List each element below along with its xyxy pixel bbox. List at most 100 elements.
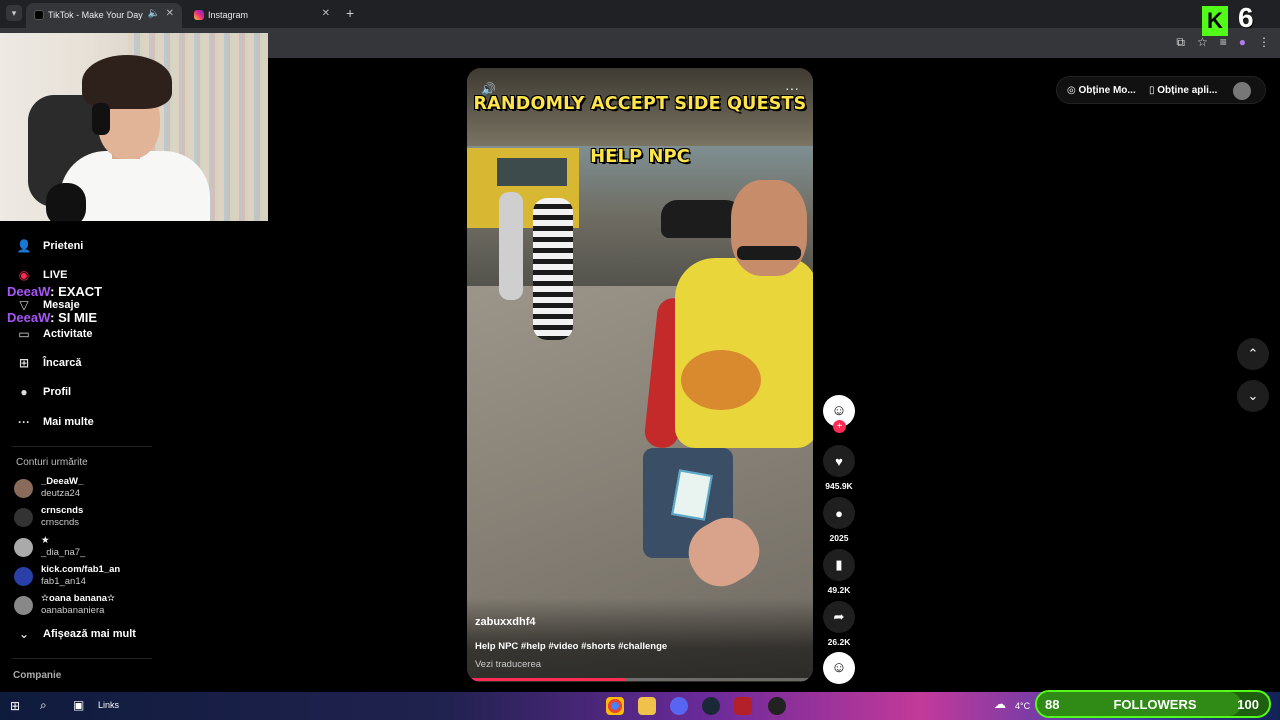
- bookmark-star-icon[interactable]: ☆: [1197, 35, 1208, 50]
- new-tab-button[interactable]: +: [346, 5, 354, 21]
- get-coins-button[interactable]: ◎ Obține Mo...: [1067, 85, 1136, 96]
- sidebar-divider: [12, 446, 152, 447]
- account-display-name: _DeeaW_: [41, 476, 84, 487]
- webcam-streamer-hair: [82, 55, 172, 109]
- video-overlay-subtitle: HELP NPC: [590, 146, 690, 167]
- previous-video-button[interactable]: ⌃: [1237, 338, 1269, 370]
- sidebar-item-label: Mai multe: [43, 416, 94, 428]
- chat-username: DeeaW: [7, 284, 51, 299]
- comment-icon: ●: [835, 505, 843, 521]
- account-display-name: ★: [41, 535, 50, 546]
- video-progress-bar[interactable]: [467, 678, 813, 681]
- search-icon[interactable]: ⌕: [40, 698, 47, 713]
- chrome-icon[interactable]: [606, 697, 624, 715]
- sidebar-item-label: Prieteni: [43, 240, 84, 252]
- profile-avatar-icon: ●: [20, 385, 28, 399]
- video-player[interactable]: RANDOMLY ACCEPT SIDE QUESTS HELP NPC 🔊 ·…: [467, 68, 813, 682]
- tab-title: TikTok - Make Your Day: [48, 10, 143, 20]
- bookmark-icon: ▮: [835, 557, 843, 572]
- account-handle: crnscnds: [41, 517, 80, 528]
- media-app-icon[interactable]: [734, 697, 752, 715]
- tab-instagram[interactable]: Instagram ✕: [186, 3, 338, 28]
- kick-counter: 6: [1238, 2, 1254, 33]
- tab-tiktok[interactable]: TikTok - Make Your Day 🔈 ✕: [26, 3, 182, 28]
- chat-message: DeeaW: SI MIE: [7, 310, 97, 325]
- tiktok-header-actions: ◎ Obține Mo... ▯ Obține apli...: [1056, 76, 1266, 104]
- speaker-icon[interactable]: 🔈: [148, 8, 160, 19]
- company-link[interactable]: Companie: [13, 670, 61, 681]
- toolbar-icons: ⧉ ☆ ≡ ● ⋮: [1176, 35, 1270, 50]
- save-count: 49.2K: [827, 585, 851, 595]
- windows-start-icon[interactable]: ⊞: [10, 699, 20, 713]
- chevron-down-icon: ⌄: [18, 627, 30, 641]
- account-display-name: ✫oana banana✫: [41, 593, 115, 604]
- following-heading: Conturi urmărite: [16, 457, 88, 468]
- account-display-name: crnscnds: [41, 505, 84, 516]
- close-tab-icon[interactable]: ✕: [322, 8, 330, 19]
- headphones-icon: [92, 103, 110, 135]
- activity-icon: ▭: [18, 327, 30, 341]
- steam-icon[interactable]: [702, 697, 720, 715]
- tab-search-button[interactable]: ▾: [6, 5, 22, 21]
- upload-icon: ⊞: [18, 356, 30, 370]
- followers-goal: 100: [1237, 697, 1259, 712]
- comment-count: 2025: [829, 533, 849, 543]
- live-icon: ◉: [18, 268, 30, 282]
- sidebar-item-friends[interactable]: 👤 Prieteni: [16, 236, 84, 256]
- like-count: 945.9K: [825, 481, 853, 491]
- chat-text: : EXACT: [50, 284, 103, 299]
- music-disc-icon[interactable]: ☺: [823, 652, 855, 684]
- kick-logo: K: [1202, 6, 1228, 36]
- obs-icon[interactable]: [768, 697, 786, 715]
- sidebar-item-label: Profil: [43, 386, 72, 398]
- sidebar-item-upload[interactable]: ⊞ Încarcă: [16, 353, 82, 373]
- browser-menu-icon[interactable]: ⋮: [1258, 35, 1270, 50]
- close-tab-icon[interactable]: ✕: [166, 8, 174, 19]
- task-view-icon[interactable]: ▣: [73, 698, 84, 712]
- show-more-label: Afișează mai mult: [43, 628, 136, 640]
- sidebar-item-label: Încarcă: [43, 357, 82, 369]
- get-app-label: Obține apli...: [1157, 85, 1218, 96]
- sidebar-item-more[interactable]: ··· Mai multe: [16, 412, 94, 432]
- show-more-following-button[interactable]: ⌄ Afișează mai mult: [16, 624, 136, 644]
- video-author[interactable]: zabuxxdhf4: [475, 616, 536, 628]
- tiktok-favicon-icon: [34, 10, 44, 20]
- user-avatar[interactable]: [1233, 82, 1251, 100]
- follow-plus-icon[interactable]: +: [833, 420, 846, 433]
- video-scene-mascot: [681, 350, 761, 410]
- like-button[interactable]: ♥: [823, 445, 855, 477]
- avatar: [14, 596, 33, 615]
- cast-icon[interactable]: ⧉: [1176, 35, 1185, 50]
- account-handle: oanabananiera: [41, 605, 105, 616]
- discord-icon[interactable]: [670, 697, 688, 715]
- webcam-overlay: [0, 33, 268, 221]
- links-toolbar[interactable]: Links: [98, 700, 119, 710]
- sidebar-item-profile[interactable]: ● Profil: [16, 382, 71, 402]
- tab-title: Instagram: [208, 10, 249, 20]
- account-handle: _dia_na7_: [41, 547, 86, 558]
- share-button[interactable]: ➦: [823, 601, 855, 633]
- media-control-icon[interactable]: ≡: [1220, 35, 1227, 50]
- file-explorer-icon[interactable]: [638, 697, 656, 715]
- share-arrow-icon: ➦: [833, 609, 845, 624]
- friends-icon: 👤: [16, 239, 32, 253]
- see-translation-link[interactable]: Vezi traducerea: [475, 659, 541, 670]
- account-display-name: kick.com/fab1_an: [41, 564, 121, 575]
- chat-text: : SI MIE: [50, 310, 98, 325]
- sidebar-item-live[interactable]: ◉ LIVE: [16, 265, 68, 285]
- instagram-favicon-icon: [194, 10, 204, 20]
- volume-icon[interactable]: 🔊: [481, 82, 496, 96]
- more-options-icon[interactable]: ···: [785, 80, 799, 96]
- avatar: [14, 567, 33, 586]
- comment-button[interactable]: ●: [823, 497, 855, 529]
- get-app-button[interactable]: ▯ Obține apli...: [1149, 85, 1217, 96]
- save-button[interactable]: ▮: [823, 549, 855, 581]
- next-video-button[interactable]: ⌄: [1237, 380, 1269, 412]
- video-caption: Help NPC #help #video #shorts #challenge: [475, 641, 668, 652]
- avatar: [14, 538, 33, 557]
- profile-icon[interactable]: ●: [1239, 35, 1246, 50]
- account-handle: fab1_an14: [41, 576, 86, 587]
- video-scene-pedestrian: [499, 192, 523, 300]
- weather-cloud-icon[interactable]: ☁: [994, 697, 1006, 711]
- sidebar-item-activity[interactable]: ▭ Activitate: [16, 324, 92, 344]
